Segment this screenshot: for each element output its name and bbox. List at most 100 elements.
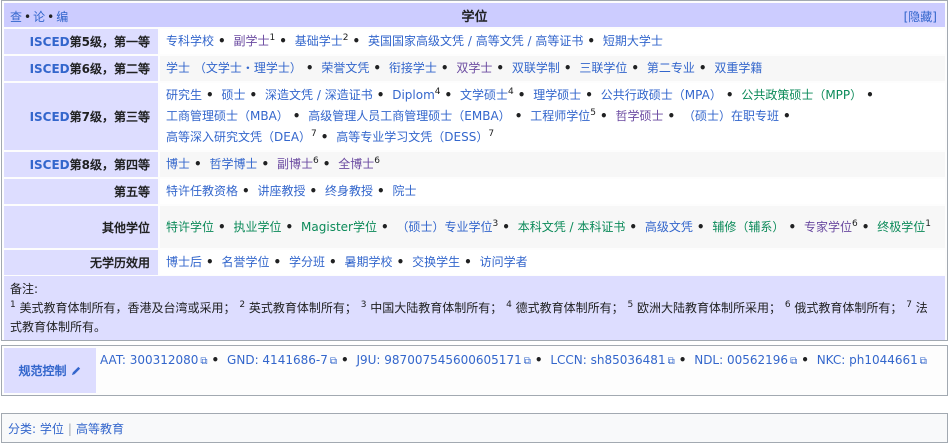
degree-link[interactable]: 暑期学校 — [345, 255, 393, 269]
pencil-icon[interactable] — [71, 365, 82, 376]
degree-link[interactable]: Magister学位 — [301, 220, 377, 234]
separator-dot: • — [352, 34, 361, 48]
degree-link[interactable]: 院士 — [393, 184, 417, 198]
degree-link[interactable]: 高级管理人员工商管理硕士（EMBA） — [308, 109, 510, 123]
degree-link[interactable]: Diplom — [392, 88, 435, 102]
authority-link[interactable]: AAT: 300312080 — [100, 353, 198, 367]
separator-dot: • — [47, 10, 55, 24]
authority-link[interactable]: GND: 4141686-7 — [227, 353, 328, 367]
degree-link[interactable]: 荣誉文凭 — [321, 61, 369, 75]
degree-link[interactable]: 工程师学位 — [530, 109, 590, 123]
view-link[interactable]: 查 — [10, 10, 22, 24]
degree-link[interactable]: 副博士 — [277, 157, 313, 171]
list-item: 双学士 • — [456, 61, 508, 75]
separator-dot: • — [206, 255, 214, 269]
list-item: 学分班 • — [289, 255, 341, 269]
degree-link[interactable]: 博士 — [166, 157, 190, 171]
group-label-text: 第5级，第一等 — [69, 35, 150, 49]
navbox: 查 • 论 • 编 学位 [隐藏] ISCED 第5级，第一等 专科学校 • 副学士1 • 基础… — [1, 0, 948, 341]
degree-link[interactable]: 讲座教授 — [258, 184, 306, 198]
degree-link[interactable]: （硕士）专业学位 — [396, 220, 492, 234]
degree-link[interactable]: 短期大学士 — [603, 34, 663, 48]
degree-link[interactable]: 研究生 — [166, 88, 202, 102]
degree-link[interactable]: 高等深入研究文凭（DEA） — [166, 130, 311, 144]
separator-dot: • — [698, 61, 707, 75]
authority-control: 规范控制 AAT: 300312080 ⧉ • GND: 4141686-7 ⧉ • J… — [1, 345, 948, 396]
isced-link[interactable]: ISCED — [30, 110, 70, 124]
degree-link[interactable]: 专家学位 — [804, 220, 852, 234]
degree-link[interactable]: 第二专业 — [647, 61, 695, 75]
degree-link[interactable]: 公共政策硕士（MPP） — [741, 88, 862, 102]
degree-link[interactable]: 哲学博士 — [210, 157, 258, 171]
talk-link[interactable]: 论 — [33, 10, 45, 24]
category-link[interactable]: 高等教育 — [76, 422, 124, 436]
list-item: 特许任教资格 • — [166, 184, 254, 198]
degree-link[interactable]: 学分班 — [289, 255, 325, 269]
separator-dot: • — [194, 157, 202, 171]
degree-link[interactable]: 哲学硕士 — [615, 109, 663, 123]
degree-link[interactable]: 硕士 — [222, 88, 246, 102]
degree-link[interactable]: 全博士 — [338, 157, 374, 171]
degree-link[interactable]: 执业学位 — [234, 220, 282, 234]
separator-dot: • — [340, 353, 349, 367]
degree-link[interactable]: 深造文凭 / 深造证书 — [265, 88, 373, 102]
degree-link[interactable]: 副学士 — [234, 34, 270, 48]
categories-label[interactable]: 分类: — [8, 422, 36, 436]
degree-link[interactable]: 英国国家高级文凭 / 高等文凭 / 高等证书 — [368, 34, 583, 48]
degree-link[interactable]: 特许任教资格 — [166, 184, 238, 198]
degree-link[interactable]: 工商管理硕士（MBA） — [166, 109, 289, 123]
list-item: 公共政策硕士（MPP） • — [741, 88, 878, 102]
navbox-rows: ISCED 第5级，第一等 专科学校 • 副学士1 • 基础学士2 • 英国国家高级文凭 … — [4, 29, 945, 277]
degree-link[interactable]: 公共行政硕士（MPA） — [601, 88, 722, 102]
degree-link[interactable]: 双重学籍 — [714, 61, 762, 75]
row-group-label: ISCED 第6级，第二等 — [4, 56, 158, 81]
degree-link[interactable]: 特许学位 — [166, 220, 214, 234]
degree-link[interactable]: 衔接学士 — [389, 61, 437, 75]
degree-link[interactable]: 本科文凭 / 本科证书 — [518, 220, 626, 234]
degree-link[interactable]: 终极学位 — [877, 220, 925, 234]
list-item: 终极学位1 — [877, 218, 931, 234]
degree-link[interactable]: 访问学者 — [480, 255, 528, 269]
degree-link[interactable]: 理学硕士 — [533, 88, 581, 102]
degree-link[interactable]: 基础学士 — [295, 34, 343, 48]
degree-link[interactable]: 文学硕士 — [460, 88, 508, 102]
degree-link[interactable]: 三联学位 — [579, 61, 627, 75]
category-link[interactable]: 学位 — [40, 422, 64, 436]
authority-link[interactable]: J9U: 987007545600605171 — [356, 353, 521, 367]
degree-link[interactable]: （硕士）在职专班 — [683, 109, 779, 123]
authority-label-text: 规范控制 — [18, 364, 67, 378]
list-item: 哲学硕士 • — [615, 109, 679, 123]
footnote-marker: 1 — [925, 218, 931, 229]
isced-link[interactable]: ISCED — [30, 62, 70, 76]
degree-link[interactable]: 博士后 — [166, 255, 202, 269]
separator-dot: • — [285, 219, 294, 234]
degree-link[interactable]: 双联学制 — [512, 61, 560, 75]
separator-dot: • — [24, 10, 32, 24]
separator-dot: • — [309, 184, 318, 198]
degree-link[interactable]: 终身教授 — [325, 184, 373, 198]
list-item: 工商管理硕士（MBA） • — [166, 109, 304, 123]
authority-link[interactable]: LCCN: sh85036481 — [550, 353, 665, 367]
list-item: 英国国家高级文凭 / 高等文凭 / 高等证书 • — [368, 34, 599, 48]
degree-link[interactable]: 名誉学位 — [222, 255, 270, 269]
footnote-marker: 4 — [508, 87, 514, 97]
list-item: 博士 • — [166, 157, 206, 171]
authority-label[interactable]: 规范控制 — [4, 348, 96, 393]
footnote-marker: 6 — [374, 156, 381, 166]
row-group-label: 第五等 — [4, 179, 158, 204]
degree-link[interactable]: 学士 （文学士・理学士） — [166, 61, 302, 75]
authority-link[interactable]: NDL: 00562196 — [694, 353, 788, 367]
degree-link[interactable]: 高等专业学习文凭（DESS） — [336, 130, 488, 144]
isced-link[interactable]: ISCED — [30, 158, 70, 172]
degree-link[interactable]: 高级文凭 — [645, 220, 693, 234]
degree-link[interactable]: 专科学校 — [166, 34, 214, 48]
hide-toggle[interactable]: [隐藏] — [904, 8, 937, 25]
separator-dot: • — [502, 219, 510, 234]
degree-link[interactable]: 辅修（辅系） — [712, 220, 784, 234]
edit-link[interactable]: 编 — [56, 10, 68, 24]
list-item: 名誉学位 • — [222, 255, 286, 269]
authority-link[interactable]: NKC: ph1044661 — [817, 353, 918, 367]
degree-link[interactable]: 双学士 — [456, 61, 492, 75]
degree-link[interactable]: 交换学生 — [412, 255, 460, 269]
isced-link[interactable]: ISCED — [30, 35, 70, 49]
